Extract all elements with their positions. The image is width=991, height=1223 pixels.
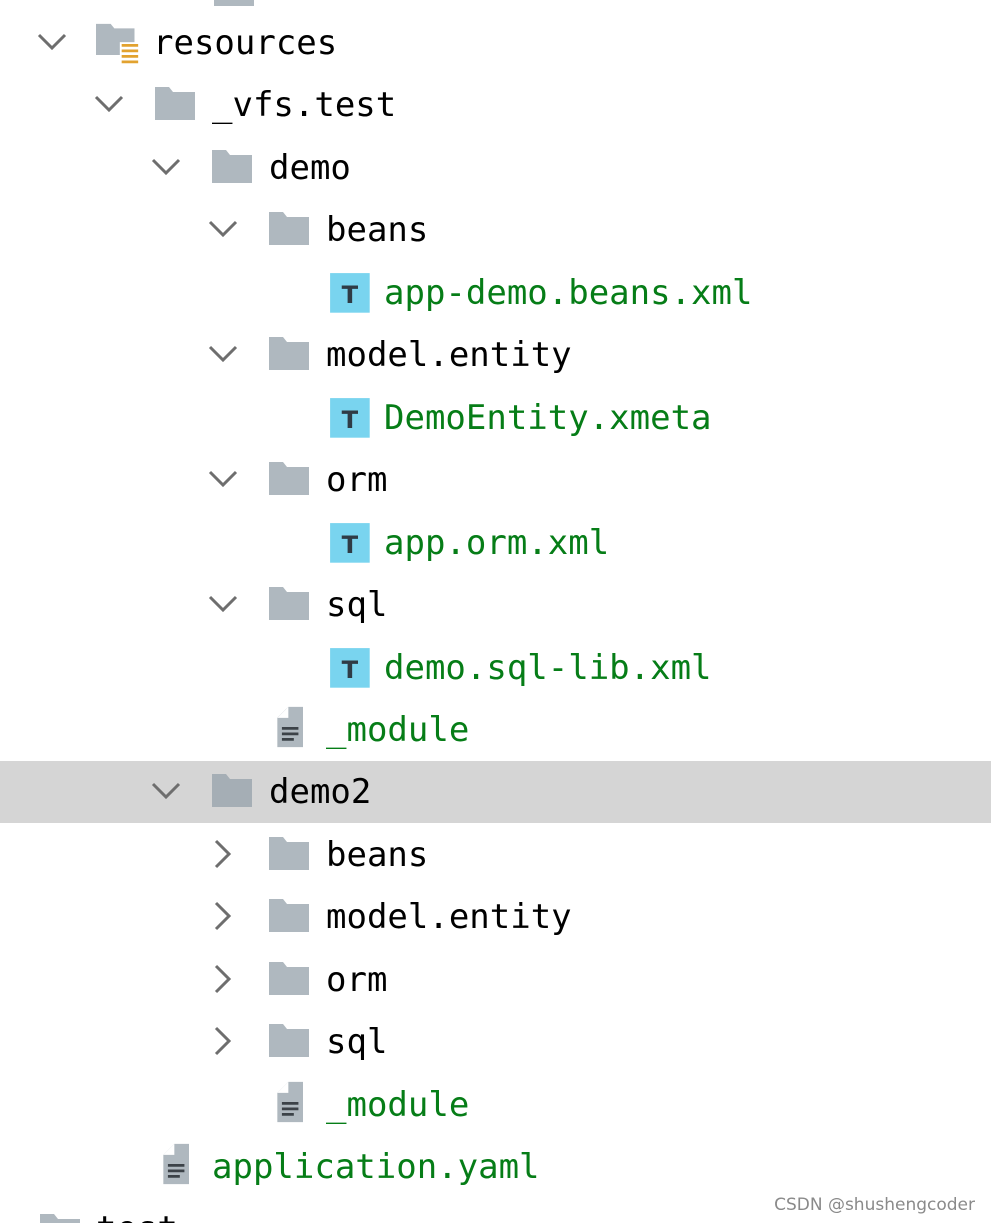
tree-row-demo-sql[interactable]: sql	[0, 574, 991, 636]
folder-icon	[212, 150, 252, 183]
project-tree: resources _vfs.test demo beans T app-dem…	[0, 0, 991, 1223]
chevron-right-icon[interactable]	[205, 898, 241, 934]
tree-row-demo2-beans[interactable]: beans	[0, 824, 991, 886]
folder-icon	[40, 1214, 80, 1223]
folder-icon	[269, 899, 309, 932]
folder-icon	[214, 0, 254, 6]
text-template-file-icon: T	[330, 523, 370, 563]
tree-label: resources	[153, 23, 338, 63]
chevron-right-icon[interactable]	[205, 1023, 241, 1059]
text-template-file-icon: T	[330, 273, 370, 313]
tree-label: _module	[326, 710, 470, 750]
folder-icon	[269, 837, 309, 870]
tree-label: app-demo.beans.xml	[384, 273, 753, 313]
tree-row-demo-beans[interactable]: beans	[0, 199, 991, 261]
folder-icon	[269, 212, 309, 245]
tree-label: _module	[326, 1085, 470, 1125]
tree-label: beans	[326, 835, 429, 875]
folder-icon	[269, 462, 309, 495]
tree-label: DemoEntity.xmeta	[384, 398, 712, 438]
chevron-right-icon[interactable]	[205, 836, 241, 872]
tree-row-demo2-sql[interactable]: sql	[0, 1011, 991, 1073]
chevron-down-icon[interactable]	[205, 336, 241, 372]
plain-file-icon	[277, 706, 303, 748]
tree-row-application-yaml[interactable]: application.yaml	[0, 1136, 991, 1198]
folder-icon	[269, 587, 309, 620]
tree-label: demo2	[269, 772, 372, 812]
text-template-file-icon: T	[330, 398, 370, 438]
svg-text:T: T	[342, 531, 359, 559]
folder-icon	[269, 962, 309, 995]
chevron-down-icon[interactable]	[91, 86, 127, 122]
tree-row-demo2-orm[interactable]: orm	[0, 949, 991, 1011]
tree-row-resources[interactable]: resources	[0, 12, 991, 74]
tree-label: model.entity	[326, 335, 572, 375]
tree-label: orm	[326, 960, 388, 1000]
tree-row-demo-entity-xmeta[interactable]: T DemoEntity.xmeta	[0, 387, 991, 449]
tree-label: test	[96, 1212, 178, 1223]
tree-label: sql	[326, 1022, 388, 1062]
tree-label: app.orm.xml	[384, 523, 610, 563]
tree-row-app-orm-xml[interactable]: T app.orm.xml	[0, 512, 991, 574]
tree-label: demo.sql-lib.xml	[384, 648, 712, 688]
tree-label: application.yaml	[212, 1147, 540, 1187]
tree-row-demo2-model-entity[interactable]: model.entity	[0, 886, 991, 948]
chevron-right-icon[interactable]	[205, 961, 241, 997]
plain-file-icon	[163, 1143, 189, 1185]
tree-label: model.entity	[326, 897, 572, 937]
chevron-down-icon[interactable]	[34, 24, 70, 60]
tree-row-demo[interactable]: demo	[0, 137, 991, 199]
chevron-down-icon[interactable]	[148, 773, 184, 809]
tree-label: beans	[326, 210, 429, 250]
watermark: CSDN @shushengcoder	[774, 1195, 975, 1215]
folder-icon	[155, 87, 195, 120]
tree-row-app-demo-beans-xml[interactable]: T app-demo.beans.xml	[0, 262, 991, 324]
chevron-down-icon[interactable]	[205, 586, 241, 622]
tree-row-vfs-test[interactable]: _vfs.test	[0, 74, 991, 136]
tree-row-demo2-module[interactable]: _module	[0, 1074, 991, 1136]
tree-row-demo-module[interactable]: _module	[0, 699, 991, 761]
tree-row-demo-orm[interactable]: orm	[0, 449, 991, 511]
folder-icon	[269, 1024, 309, 1057]
tree-row-demo2[interactable]: demo2	[0, 761, 991, 823]
svg-text:T: T	[342, 281, 359, 309]
svg-text:T: T	[342, 406, 359, 434]
tree-label: demo	[269, 148, 351, 188]
plain-file-icon	[277, 1081, 303, 1123]
tree-label: _vfs.test	[212, 85, 397, 125]
tree-row-demo-sql-lib-xml[interactable]: T demo.sql-lib.xml	[0, 637, 991, 699]
folder-icon	[269, 337, 309, 370]
text-template-file-icon: T	[330, 648, 370, 688]
tree-label: sql	[326, 585, 388, 625]
chevron-down-icon[interactable]	[148, 149, 184, 185]
chevron-down-icon[interactable]	[205, 461, 241, 497]
chevron-down-icon[interactable]	[205, 211, 241, 247]
tree-label: orm	[326, 460, 388, 500]
svg-text:T: T	[342, 656, 359, 684]
resources-folder-icon	[96, 23, 140, 66]
tree-row-demo-model-entity[interactable]: model.entity	[0, 324, 991, 386]
folder-icon	[212, 774, 252, 807]
